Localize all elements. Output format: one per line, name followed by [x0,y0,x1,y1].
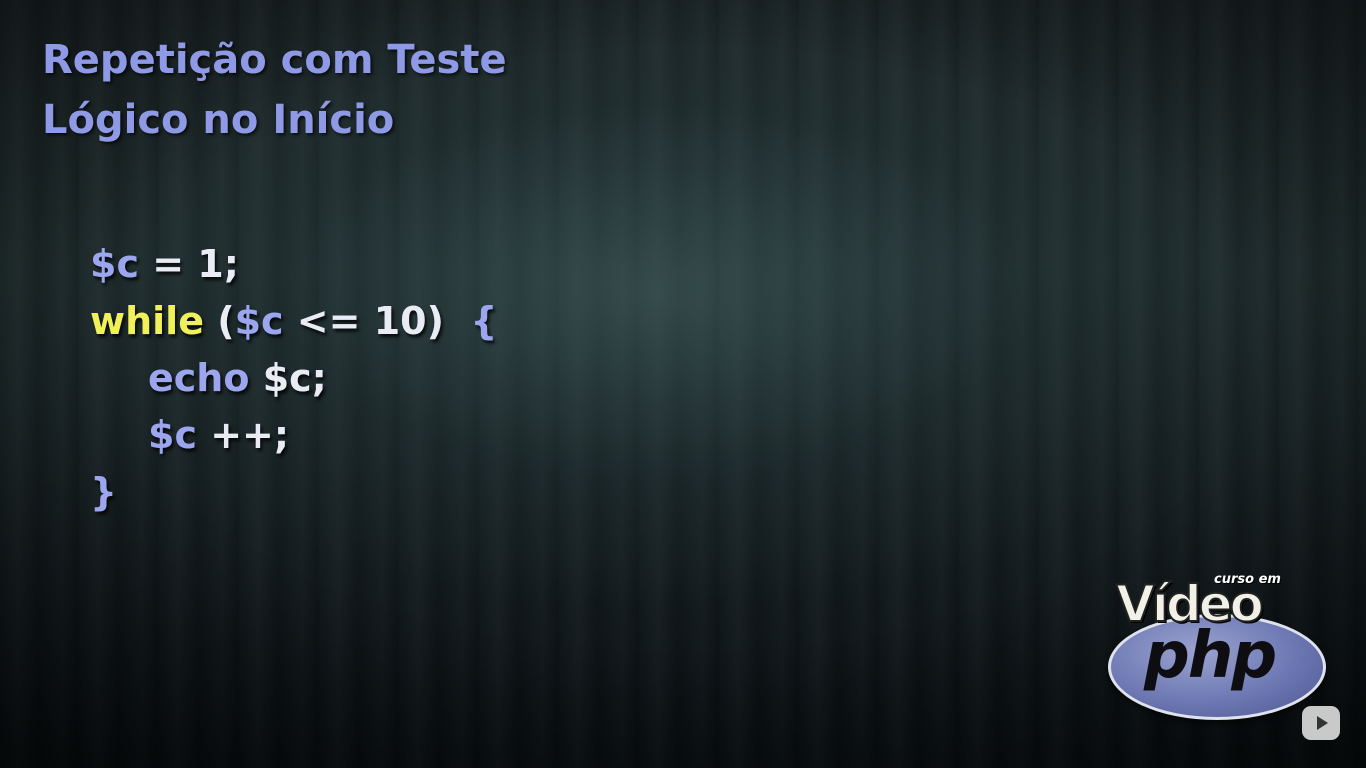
code-line-4: $c ++; [90,407,497,464]
curso-em-video-php-logo: Vídeo curso em php [1104,572,1326,722]
code-increment: ++; [196,413,290,457]
code-paren-open: ( [203,299,235,343]
slide-title-line-2: Lógico no Início [42,97,395,143]
logo-small-text: curso em [1214,572,1281,587]
slide-title: Repetição com Teste Lógico no Início [42,30,507,150]
code-brace-open: { [443,299,498,343]
code-assignment: = 1; [138,242,239,286]
code-variable: $c [148,413,197,457]
video-slide: Repetição com Teste Lógico no Início $c … [0,0,1366,768]
code-brace-close: } [90,470,118,514]
code-semicolon: ; [311,356,327,400]
code-condition: <= 10) [283,299,444,343]
code-block: $c = 1; while ($c <= 10) { echo $c; $c +… [90,236,497,521]
code-line-1: $c = 1; [90,236,497,293]
code-line-5: } [90,464,497,521]
code-keyword-while: while [90,299,204,343]
code-variable: $c [262,356,312,400]
logo-php-text: php [1144,619,1277,693]
code-line-2: while ($c <= 10) { [90,293,497,350]
youtube-play-icon[interactable] [1302,706,1340,740]
code-line-3: echo $c; [90,350,497,407]
code-echo: echo [148,356,263,400]
code-variable: $c [90,242,139,286]
slide-title-line-1: Repetição com Teste [42,37,507,83]
code-variable: $c [234,299,284,343]
